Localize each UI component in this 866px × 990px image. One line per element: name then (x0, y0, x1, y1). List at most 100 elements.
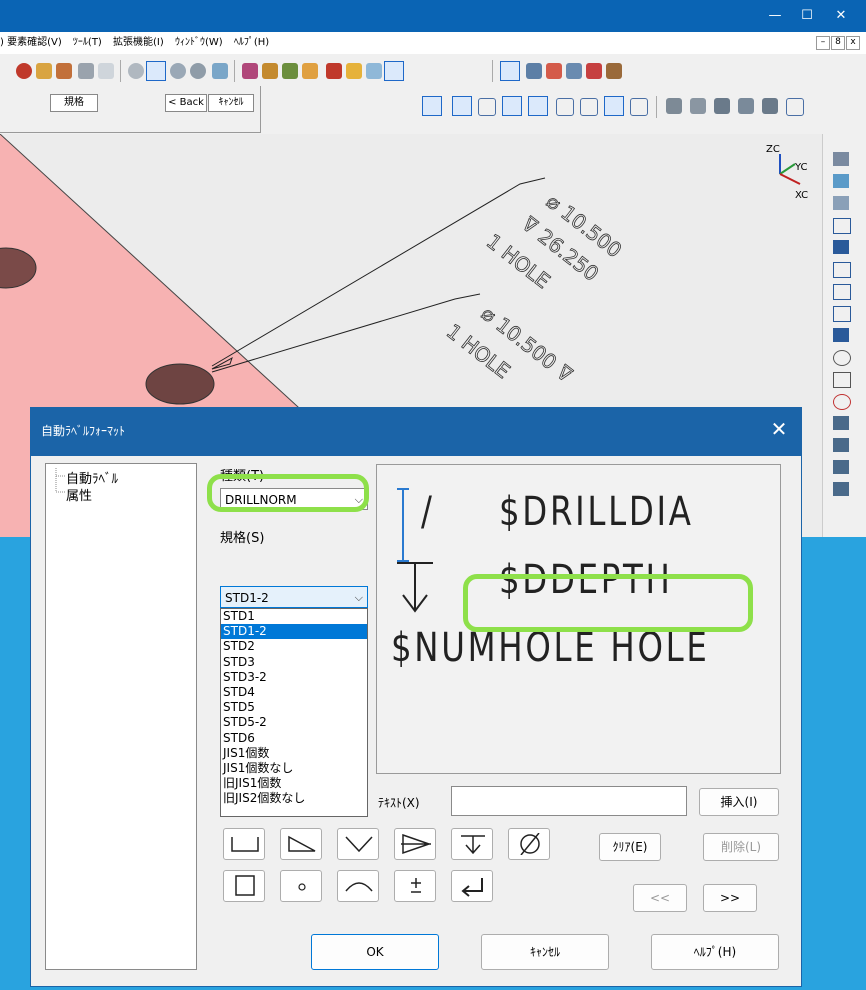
wcs-icon[interactable] (833, 438, 849, 452)
zoom-icon[interactable] (738, 98, 754, 114)
standard-option[interactable]: STD3-2 (221, 670, 367, 685)
counterbore-button[interactable] (223, 828, 265, 860)
standard-option[interactable]: STD6 (221, 731, 367, 746)
standard-option[interactable]: 旧JIS2個数なし (221, 791, 367, 806)
tool-icon[interactable] (546, 63, 562, 79)
back-button[interactable]: < Back (165, 94, 207, 112)
countersink-button[interactable] (280, 828, 322, 860)
wcs-icon[interactable] (833, 482, 849, 496)
snap-icon[interactable] (556, 98, 574, 116)
tool-icon[interactable] (326, 63, 342, 79)
tool-icon[interactable] (302, 63, 318, 79)
arc-button[interactable] (337, 870, 379, 902)
hide-icon[interactable] (833, 394, 851, 410)
next-button[interactable]: >> (703, 884, 757, 912)
standard-option[interactable]: STD4 (221, 685, 367, 700)
zoom-icon[interactable] (714, 98, 730, 114)
tool-icon[interactable] (526, 63, 542, 79)
snap-active-icon[interactable] (422, 96, 442, 116)
ok-button[interactable]: OK (311, 934, 439, 970)
standard-button[interactable]: 規格 (50, 94, 98, 112)
tool-icon[interactable] (56, 63, 72, 79)
wcs-icon[interactable] (833, 416, 849, 430)
tool-icon[interactable] (190, 63, 206, 79)
tool-icon[interactable] (170, 63, 186, 79)
tool-icon[interactable] (36, 63, 52, 79)
fit-icon[interactable] (786, 98, 804, 116)
snap-icon[interactable] (478, 98, 496, 116)
mdi-close-button[interactable]: x (846, 36, 860, 50)
menu-help[interactable]: ﾍﾙﾌﾟ(H) (234, 37, 269, 48)
wcs-icon[interactable] (833, 460, 849, 474)
tool-icon[interactable] (566, 63, 582, 79)
view-icon[interactable] (690, 98, 706, 114)
plus-minus-button[interactable] (394, 870, 436, 902)
menu-window[interactable]: ｳｨﾝﾄﾞｳ(W) (175, 37, 223, 48)
standard-option[interactable]: STD3 (221, 655, 367, 670)
tool-icon[interactable] (346, 63, 362, 79)
mdi-minimize-button[interactable]: – (816, 36, 830, 50)
snap-icon[interactable] (580, 98, 598, 116)
square-button[interactable] (223, 870, 265, 902)
tool-icon[interactable] (262, 63, 278, 79)
cancel-button[interactable]: ｷｬﾝｾﾙ (481, 934, 609, 970)
tree-item-attribute[interactable]: 属性 (66, 485, 92, 504)
cancel-small-button[interactable]: ｷｬﾝｾﾙ (208, 94, 254, 112)
orient-icon[interactable] (833, 152, 849, 166)
pan-icon[interactable] (762, 98, 778, 114)
snap-active-icon[interactable] (452, 96, 472, 116)
maximize-button[interactable]: ☐ (790, 0, 824, 32)
view-icon[interactable] (833, 196, 849, 210)
delete-button[interactable]: 削除(L) (703, 833, 779, 861)
standard-option[interactable]: 旧JIS1個数 (221, 776, 367, 791)
view-cube-icon[interactable] (833, 262, 851, 278)
menu-tools[interactable]: ﾂｰﾙ(T) (73, 37, 102, 48)
standard-dropdown[interactable]: STD1-2 ⌵ (220, 586, 368, 608)
clear-button[interactable]: ｸﾘｱ(E) (599, 833, 661, 861)
standard-option[interactable]: STD5-2 (221, 715, 367, 730)
degree-button[interactable] (280, 870, 322, 902)
tool-icon[interactable] (128, 63, 144, 79)
view-cube-icon[interactable] (833, 328, 849, 342)
snap-active-icon[interactable] (502, 96, 522, 116)
dialog-close-icon[interactable]: ✕ (767, 418, 791, 442)
render-icon[interactable] (833, 372, 851, 388)
standard-option[interactable]: STD1-2 (221, 624, 367, 640)
minimize-button[interactable]: — (758, 0, 792, 32)
standard-option[interactable]: JIS1個数なし (221, 761, 367, 776)
view-cube-icon[interactable] (833, 284, 851, 300)
taper-button[interactable] (394, 828, 436, 860)
standard-option[interactable]: STD5 (221, 700, 367, 715)
previous-button[interactable]: << (633, 884, 687, 912)
view-icon[interactable] (833, 174, 849, 188)
menu-extensions[interactable]: 拡張機能(I) (113, 37, 164, 48)
tool-icon[interactable] (242, 63, 258, 79)
v-groove-button[interactable] (337, 828, 379, 860)
view-cube-icon[interactable] (833, 306, 851, 322)
standard-option[interactable]: JIS1個数 (221, 746, 367, 761)
tool-icon[interactable] (78, 63, 94, 79)
diameter-button[interactable] (508, 828, 550, 860)
menu-view[interactable]: ) 要素確認(V) (0, 37, 62, 48)
render-icon[interactable] (833, 350, 851, 366)
tool-icon[interactable] (16, 63, 32, 79)
tool-active-icon[interactable] (500, 61, 520, 81)
standard-option[interactable]: STD1 (221, 609, 367, 624)
insert-button[interactable]: 挿入(I) (699, 788, 779, 816)
close-window-button[interactable]: ✕ (824, 0, 858, 32)
help-button[interactable]: ﾍﾙﾌﾟ(H) (651, 934, 779, 970)
view-icon[interactable] (666, 98, 682, 114)
depth-button[interactable] (451, 828, 493, 860)
text-input[interactable] (451, 786, 687, 816)
tool-icon[interactable] (282, 63, 298, 79)
view-cube-icon[interactable] (833, 240, 849, 254)
snap-active-icon[interactable] (528, 96, 548, 116)
tool-icon[interactable] (606, 63, 622, 79)
tool-active-icon[interactable] (146, 61, 166, 81)
tool-active-icon[interactable] (384, 61, 404, 81)
view-cube-icon[interactable] (833, 218, 851, 234)
standard-option[interactable]: STD2 (221, 639, 367, 654)
snap-icon[interactable] (630, 98, 648, 116)
tool-icon[interactable] (586, 63, 602, 79)
enter-button[interactable] (451, 870, 493, 902)
